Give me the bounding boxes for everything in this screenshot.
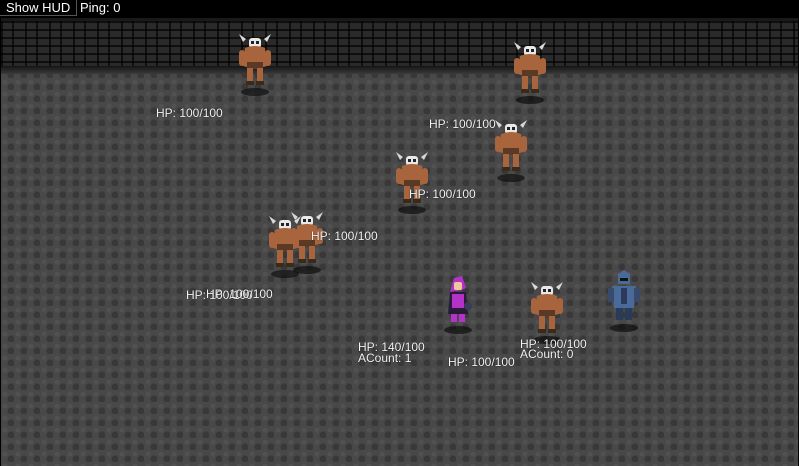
acount-label-ally: ACount: 0 xyxy=(520,347,574,361)
dungeon-wall xyxy=(1,18,798,69)
minotaur-enemy[interactable] xyxy=(235,32,275,96)
hp-label-minotaur-3: HP: 100/100 xyxy=(409,187,476,201)
hp-label-minotaur-7: HP: 100/100 xyxy=(448,355,515,369)
minotaur-enemy[interactable] xyxy=(510,40,550,104)
minotaur-icon xyxy=(510,40,550,109)
ally-knight[interactable] xyxy=(604,268,644,332)
show-hud-button[interactable]: Show HUD xyxy=(0,0,78,16)
game-viewport[interactable]: HP: 100/100 HP: 100/100 HP: 100/100 HP: 100… xyxy=(1,18,798,466)
top-bar: Show HUD Ping: 0 xyxy=(0,0,799,16)
minotaur-icon xyxy=(392,150,432,219)
minotaur-enemy[interactable] xyxy=(527,280,567,344)
minotaur-enemy[interactable] xyxy=(392,150,432,214)
minotaur-icon xyxy=(491,118,531,187)
hp-label-minotaur-1: HP: 100/100 xyxy=(156,106,223,120)
wall-base xyxy=(1,66,798,74)
hp-label-minotaur-2: HP: 100/100 xyxy=(429,117,496,131)
purple-mage-icon xyxy=(438,270,478,339)
minotaur-icon xyxy=(287,210,327,279)
minotaur-enemy[interactable] xyxy=(491,118,531,182)
player-character[interactable] xyxy=(438,270,478,334)
blue-knight-icon xyxy=(604,268,644,337)
hp-label-minotaur-6: HP: 100/100 xyxy=(206,287,273,301)
minotaur-icon xyxy=(235,32,275,101)
hp-label-minotaur-4: HP: 100/100 xyxy=(311,229,378,243)
ping-readout: Ping: 0 xyxy=(80,0,121,15)
acount-label-player: ACount: 1 xyxy=(358,351,412,365)
